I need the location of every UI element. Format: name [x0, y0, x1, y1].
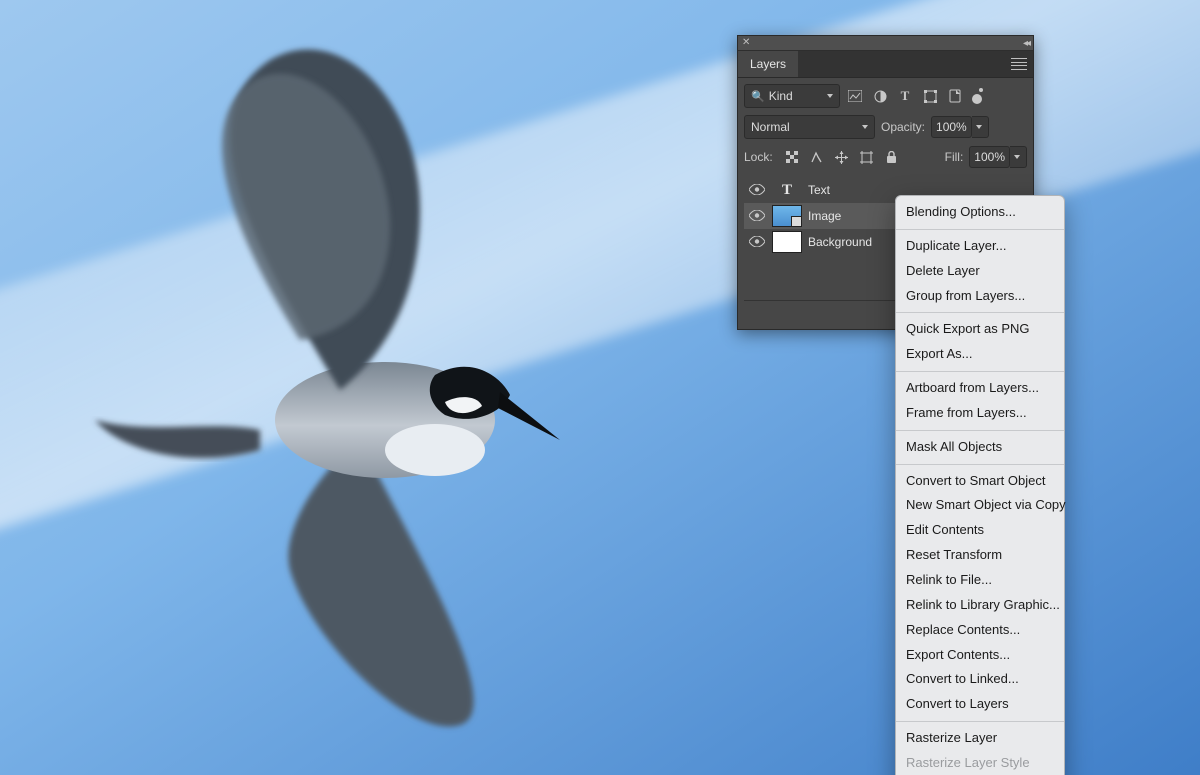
menu-item[interactable]: Export As... — [896, 342, 1064, 367]
menu-item[interactable]: Quick Export as PNG — [896, 317, 1064, 342]
menu-item[interactable]: Duplicate Layer... — [896, 234, 1064, 259]
menu-item[interactable]: Reset Transform — [896, 543, 1064, 568]
panel-menu-icon[interactable] — [1011, 57, 1027, 71]
search-icon: 🔍 — [751, 90, 765, 103]
menu-item[interactable]: Relink to Library Graphic... — [896, 593, 1064, 618]
layer-filter-row: 🔍 Kind T — [744, 84, 1027, 108]
filter-kind-label: Kind — [769, 89, 793, 103]
menu-item[interactable]: Artboard from Layers... — [896, 376, 1064, 401]
panel-tabs: Layers — [738, 51, 1033, 78]
opacity-control[interactable]: 100% — [931, 116, 989, 138]
menu-item[interactable]: Blending Options... — [896, 200, 1064, 225]
visibility-icon[interactable] — [748, 209, 766, 224]
menu-item[interactable]: Rasterize Layer — [896, 726, 1064, 751]
menu-separator — [896, 371, 1064, 372]
menu-separator — [896, 464, 1064, 465]
lock-all-icon[interactable] — [883, 148, 901, 166]
menu-item[interactable]: Replace Contents... — [896, 618, 1064, 643]
menu-item[interactable]: Frame from Layers... — [896, 401, 1064, 426]
menu-item[interactable]: Delete Layer — [896, 259, 1064, 284]
blend-opacity-row: Normal Opacity: 100% — [744, 115, 1027, 139]
menu-item[interactable]: Convert to Layers — [896, 692, 1064, 717]
menu-item[interactable]: Convert to Linked... — [896, 667, 1064, 692]
layer-thumbnail[interactable] — [772, 205, 802, 227]
close-icon[interactable]: ✕ — [742, 38, 750, 48]
filter-type-icon[interactable]: T — [896, 87, 914, 105]
opacity-value[interactable]: 100% — [931, 116, 972, 138]
lock-position-icon[interactable] — [833, 148, 851, 166]
fill-chevron-icon[interactable] — [1010, 146, 1027, 168]
filter-type-icons: T — [846, 87, 983, 105]
type-layer-icon: T — [772, 182, 802, 199]
menu-item[interactable]: Export Contents... — [896, 643, 1064, 668]
menu-item[interactable]: Convert to Smart Object — [896, 469, 1064, 494]
visibility-icon[interactable] — [748, 235, 766, 250]
lock-transparency-icon[interactable] — [783, 148, 801, 166]
menu-item[interactable]: Group from Layers... — [896, 284, 1064, 309]
layer-name[interactable]: Text — [808, 183, 830, 197]
layer-name[interactable]: Image — [808, 209, 841, 223]
fill-label: Fill: — [945, 150, 964, 164]
lock-fill-row: Lock: Fill: 100% — [744, 146, 1027, 168]
collapse-icon[interactable]: ◂◂ — [1023, 38, 1029, 49]
visibility-icon[interactable] — [748, 183, 766, 198]
menu-separator — [896, 229, 1064, 230]
fill-control[interactable]: 100% — [969, 146, 1027, 168]
layer-thumbnail[interactable] — [772, 231, 802, 253]
layer-name[interactable]: Background — [808, 235, 872, 249]
menu-separator — [896, 721, 1064, 722]
filter-shape-icon[interactable] — [921, 87, 939, 105]
tab-layers[interactable]: Layers — [738, 51, 798, 77]
menu-item[interactable]: Mask All Objects — [896, 435, 1064, 460]
menu-separator — [896, 430, 1064, 431]
filter-adjustment-icon[interactable] — [871, 87, 889, 105]
menu-item[interactable]: Relink to File... — [896, 568, 1064, 593]
lock-artboard-icon[interactable] — [858, 148, 876, 166]
fill-value[interactable]: 100% — [969, 146, 1010, 168]
menu-separator — [896, 312, 1064, 313]
menu-item[interactable]: Edit Contents — [896, 518, 1064, 543]
filter-smartobject-icon[interactable] — [946, 87, 964, 105]
blend-mode-value: Normal — [751, 120, 790, 134]
layer-context-menu: Blending Options... Duplicate Layer...Del… — [895, 195, 1065, 775]
filter-kind-dropdown[interactable]: 🔍 Kind — [744, 84, 840, 108]
opacity-chevron-icon[interactable] — [972, 116, 989, 138]
filter-toggle-icon[interactable] — [971, 88, 983, 104]
menu-item: Rasterize Layer Style — [896, 751, 1064, 775]
opacity-label: Opacity: — [881, 120, 925, 134]
panel-titlebar[interactable]: ✕ ◂◂ — [738, 36, 1033, 51]
menu-item[interactable]: New Smart Object via Copy — [896, 493, 1064, 518]
blend-mode-dropdown[interactable]: Normal — [744, 115, 875, 139]
smart-object-badge-icon — [791, 216, 802, 227]
lock-label: Lock: — [744, 150, 773, 164]
filter-pixel-icon[interactable] — [846, 87, 864, 105]
lock-image-icon[interactable] — [808, 148, 826, 166]
